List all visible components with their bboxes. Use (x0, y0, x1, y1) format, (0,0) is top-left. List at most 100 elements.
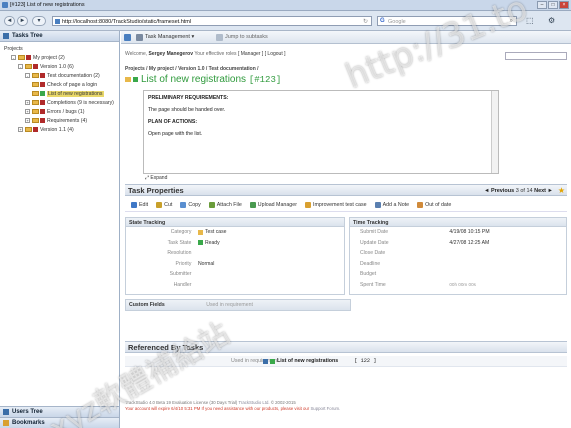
field-label: Priority (175, 260, 192, 267)
page-menu-icon[interactable]: ⬚ (526, 16, 534, 25)
tree-item-label: Version 1.1 (4) (40, 126, 74, 133)
tree-item[interactable]: + Version 1.1 (4) (2, 125, 119, 134)
expand-icon[interactable]: + (25, 109, 30, 114)
folder-icon (32, 109, 39, 114)
tree-item-label: Check of page a login (47, 81, 98, 88)
tree-item[interactable]: + Completions (9 is necessary) (2, 98, 119, 107)
minimize-icon[interactable]: – (537, 1, 547, 9)
tree-item[interactable]: Check of page a login (2, 80, 119, 89)
expand-icon[interactable]: + (18, 127, 23, 132)
tree-item[interactable]: - Version 1.0 (6) (2, 62, 119, 71)
previous-link[interactable]: ◄ Previous (484, 188, 514, 194)
tree-item[interactable]: + Errors / bugs (1) (2, 107, 119, 116)
task-actions-bar: Edit Cut Copy Attach File Upload Manager Impr… (125, 199, 567, 212)
referenced-by-tasks-title: Referenced By Tasks (128, 343, 204, 352)
window-title: [#123] List of new registrations (10, 2, 85, 8)
task-pager: ◄ Previous 3 of 14 Next ► (484, 188, 553, 194)
field-row: Submitter (126, 269, 344, 280)
tools-gear-icon[interactable]: ⚙ (548, 16, 555, 25)
company-link[interactable]: TrackStudio Ltd. (238, 400, 269, 405)
jump-to-subtasks[interactable]: Jump to subtasks (225, 34, 268, 40)
description-scrollbar[interactable] (491, 91, 498, 173)
collapse-panel-icon[interactable] (124, 34, 131, 41)
field-value: Normal (198, 261, 214, 267)
tasks-tree-header[interactable]: Tasks Tree (0, 31, 119, 42)
referenced-task-link[interactable]: List of new registrations [ 122 ] (263, 358, 376, 364)
search-box[interactable]: G Google ⌕ (377, 16, 517, 26)
address-bar[interactable]: http://localhost:8080/TrackStudio/static… (52, 16, 372, 26)
breadcrumb[interactable]: Projects / My project / Version 1.0 / Te… (125, 66, 259, 72)
forward-icon[interactable]: ► (17, 16, 28, 26)
tree-item[interactable]: + Requirements (4) (2, 116, 119, 125)
field-value-text: 4/27/08 12:25 AM (449, 239, 490, 246)
pager-total: 14 (526, 187, 533, 194)
action-cut[interactable]: Cut (156, 202, 172, 208)
field-row: Close Date (350, 248, 566, 259)
bookmarks-header[interactable]: Bookmarks (0, 417, 119, 428)
field-row: Category Test case (126, 227, 344, 238)
next-link[interactable]: Next ► (534, 188, 553, 194)
action-improvement-test-case[interactable]: Improvement test case (304, 202, 367, 208)
collapse-icon[interactable]: - (25, 73, 30, 78)
action-edit[interactable]: Edit (131, 202, 148, 208)
action-icon (180, 202, 187, 208)
field-label: Task State (167, 239, 192, 246)
search-placeholder: Google (388, 18, 406, 25)
expand-link[interactable]: ⤢ Expand (145, 175, 167, 181)
action-label: Edit (139, 202, 149, 208)
close-icon[interactable]: × (559, 1, 569, 9)
tree-item[interactable]: - My project (2) (2, 53, 119, 62)
collapse-icon[interactable]: - (11, 55, 16, 60)
folder-icon (32, 100, 39, 105)
field-value-text: 00h 00m 00s (449, 281, 476, 287)
action-label: Improvement test case (312, 202, 367, 208)
state-tracking-title: State Tracking (126, 218, 344, 227)
refresh-icon[interactable]: ↻ (363, 18, 368, 25)
logout-link[interactable]: [ Logout ] (265, 51, 286, 57)
task-state-icon (33, 64, 38, 69)
action-icon (417, 202, 424, 208)
quick-search-input[interactable] (505, 52, 567, 60)
action-upload-manager[interactable]: Upload Manager (249, 202, 297, 208)
field-label: Submit Date (360, 229, 389, 235)
expand-label: Expand (150, 175, 168, 181)
window-controls: – □ × (537, 1, 569, 9)
tree-item[interactable]: - Test documentation (2) (2, 71, 119, 80)
tree-item-label: Requirements (4) (47, 117, 88, 124)
users-tree-header[interactable]: Users Tree (0, 406, 119, 417)
field-value: 4/27/08 12:25 AM (449, 240, 489, 246)
support-forum-link[interactable]: Support Forum. (310, 406, 340, 411)
dropdown-history-icon[interactable]: ▾ (32, 16, 46, 26)
referenced-task-name: List of new registrations (277, 358, 339, 364)
custom-fields-header[interactable]: Custom Fields Used in requirement (125, 299, 351, 311)
task-state-icon (40, 82, 45, 87)
expand-icon[interactable]: + (25, 118, 30, 123)
field-label: Deadline (360, 260, 381, 267)
search-icon[interactable]: ⌕ (510, 18, 513, 25)
field-row: Resolution (126, 248, 344, 259)
back-icon[interactable]: ◄ (4, 16, 15, 26)
field-label: Update Date (360, 239, 389, 246)
expand-icon[interactable]: + (25, 100, 30, 105)
action-copy[interactable]: Copy (180, 202, 201, 208)
maximize-icon[interactable]: □ (548, 1, 558, 9)
task-management-menu[interactable]: Task Management ▾ (145, 34, 194, 40)
folder-icon (32, 73, 39, 78)
tree-item[interactable]: List of new registrations (2, 89, 119, 98)
field-row: Spent Time 00h 00m 00s (350, 280, 566, 291)
time-tracking-title: Time Tracking (350, 218, 566, 227)
field-label: Budget (360, 271, 377, 277)
collapse-icon[interactable]: - (18, 64, 23, 69)
current-user[interactable]: Sergey Manegerov (149, 51, 193, 57)
action-label: Cut (164, 202, 173, 208)
role-manager-link[interactable]: [ Manager ] (238, 51, 263, 57)
action-out-of-date[interactable]: Out of date (417, 202, 451, 208)
bookmark-star-icon[interactable]: ★ (558, 186, 565, 195)
task-number: [#123] (248, 75, 282, 85)
task-state-icon (40, 73, 45, 78)
action-add-a-note[interactable]: Add a Note (374, 202, 409, 208)
folder-icon (25, 127, 32, 132)
action-attach-file[interactable]: Attach File (208, 202, 242, 208)
tree-item[interactable]: Projects (2, 44, 119, 53)
bookmarks-icon (3, 420, 9, 426)
